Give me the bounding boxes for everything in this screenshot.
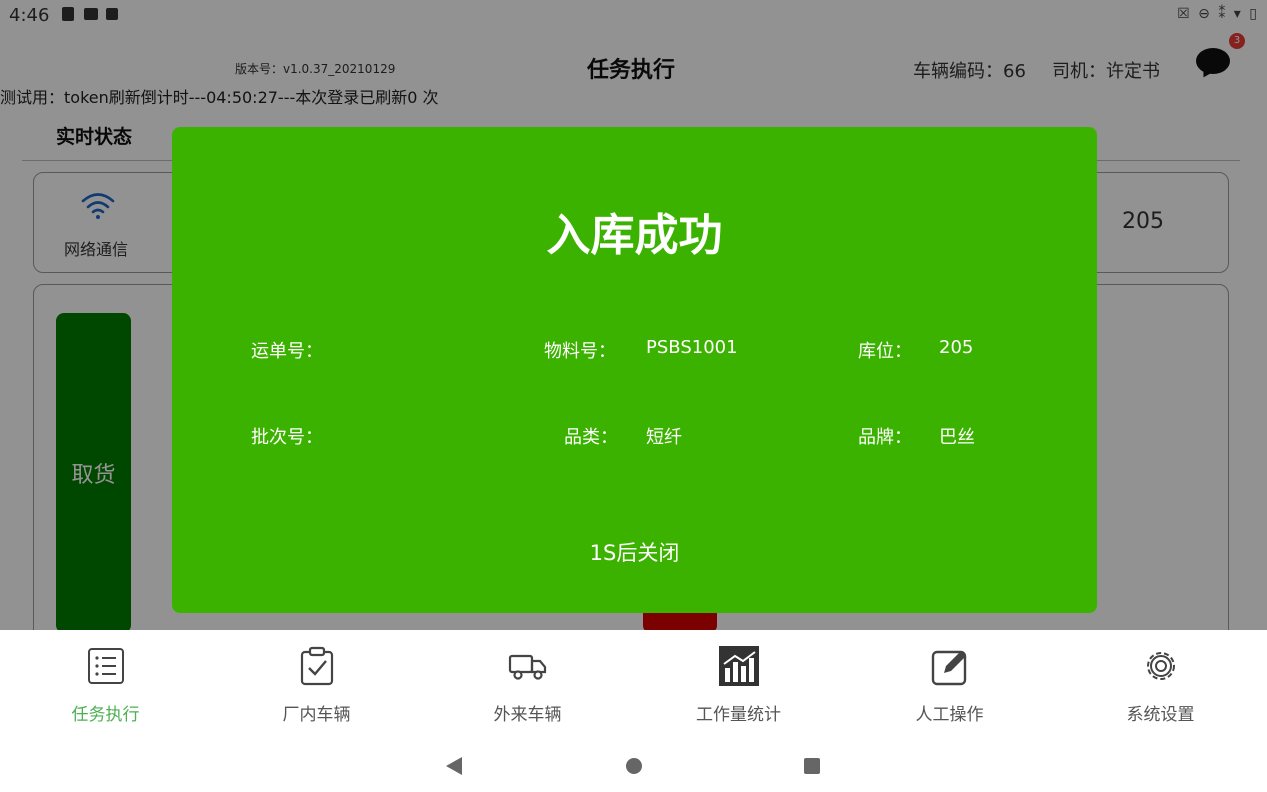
nav-system-settings[interactable]: 系统设置 <box>1055 630 1266 738</box>
recent-apps-icon[interactable] <box>804 758 820 774</box>
android-navigation-bar <box>0 738 1267 792</box>
category-value: 短纤 <box>646 427 682 448</box>
home-icon[interactable] <box>626 758 642 774</box>
material-value: PSBS1001 <box>646 337 738 358</box>
truck-icon <box>508 654 547 680</box>
nav-label: 外来车辆 <box>493 705 562 725</box>
material-label: 物料号： <box>544 341 616 362</box>
nav-label: 系统设置 <box>1126 705 1195 725</box>
nav-external-vehicles[interactable]: 外来车辆 <box>422 630 633 738</box>
back-icon[interactable] <box>446 757 462 775</box>
nav-label: 人工操作 <box>915 705 984 725</box>
storage-location-label: 库位： <box>858 341 912 362</box>
nav-label: 任务执行 <box>71 705 140 725</box>
nav-task-execution[interactable]: 任务执行 <box>0 630 211 738</box>
bar-chart-icon <box>719 646 759 686</box>
clipboard-check-icon <box>300 646 334 686</box>
brand-label: 品牌： <box>858 427 912 448</box>
brand-value: 巴丝 <box>939 427 975 448</box>
nav-workload-statistics[interactable]: 工作量统计 <box>633 630 844 738</box>
nav-internal-vehicles[interactable]: 厂内车辆 <box>211 630 422 738</box>
auto-close-hint: 1S后关闭 <box>589 541 680 565</box>
dialog-title: 入库成功 <box>546 210 723 261</box>
waybill-label: 运单号： <box>251 341 323 362</box>
bottom-navigation: 任务执行 厂内车辆 外来车辆 工作量统计 人工操作 系统设置 <box>0 630 1267 738</box>
success-dialog: 入库成功 运单号： 物料号： PSBS1001 库位： 205 批次号： 品类：… <box>172 127 1097 613</box>
nav-label: 厂内车辆 <box>282 705 351 725</box>
gear-icon <box>1147 652 1175 680</box>
screen: 4:46 ☒ ⊖ ⁑ ▾ ▯ 版本号：v1.0.37_20210129 任务执行… <box>0 0 1267 792</box>
storage-location-value: 205 <box>939 337 974 358</box>
edit-icon <box>931 650 967 686</box>
category-label: 品类： <box>564 427 618 448</box>
nav-label: 工作量统计 <box>696 705 781 725</box>
list-icon <box>88 648 124 684</box>
nav-manual-operation[interactable]: 人工操作 <box>844 630 1055 738</box>
batch-label: 批次号： <box>251 427 323 448</box>
